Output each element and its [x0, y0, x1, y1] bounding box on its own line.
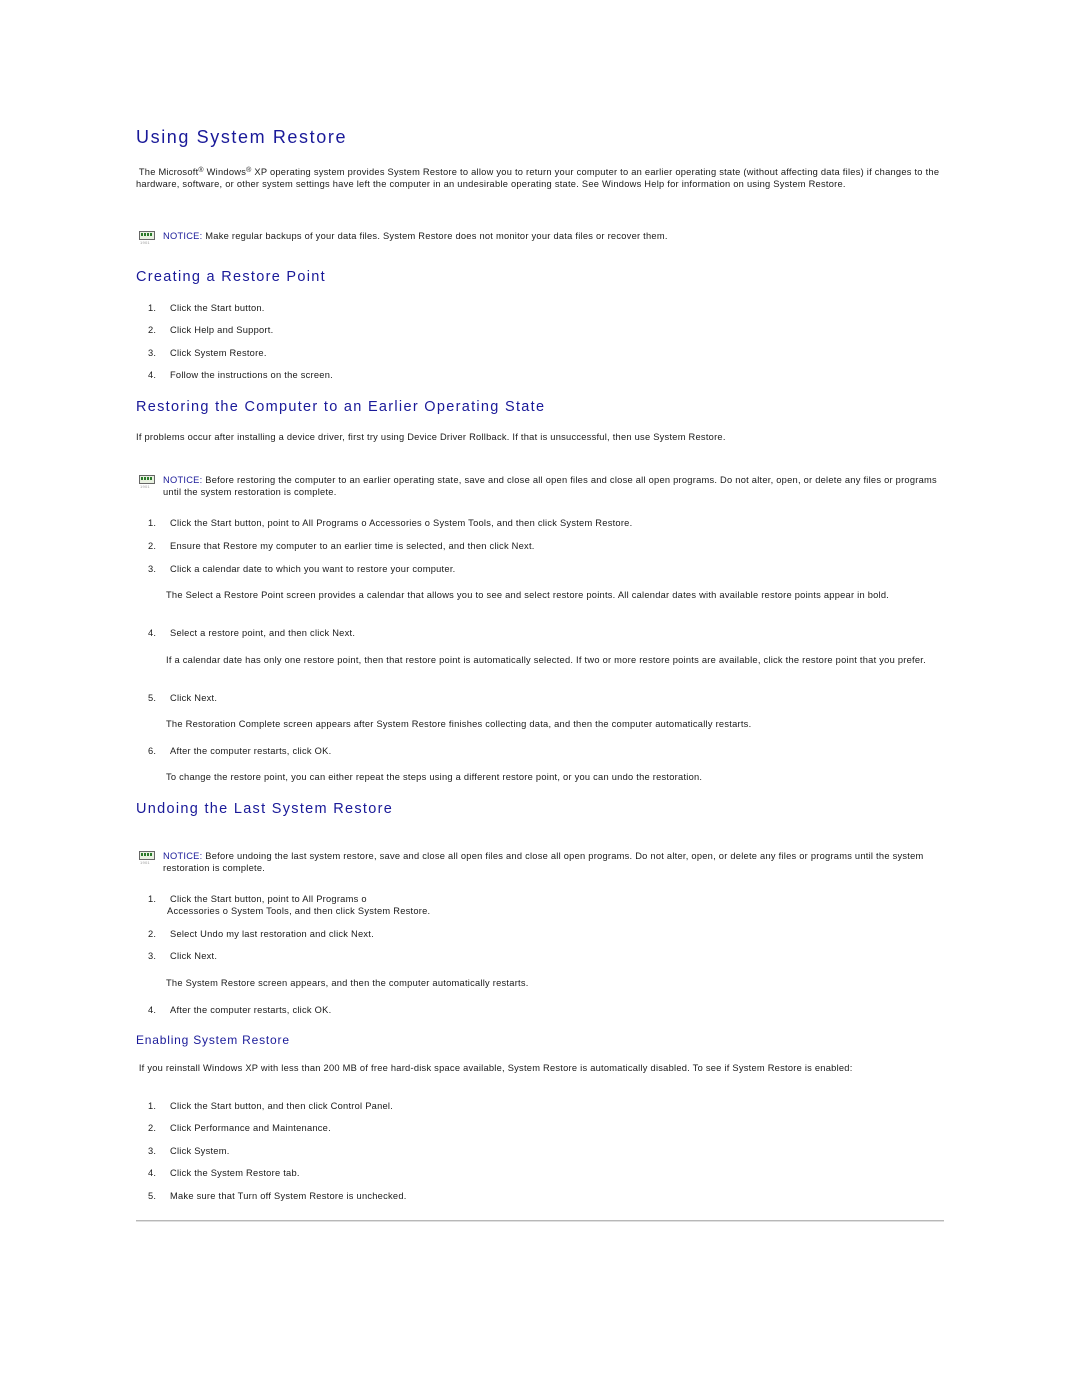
step-number: 5.	[148, 1191, 157, 1201]
step-number: 3.	[148, 1146, 157, 1156]
step-text: Click the Start button, point to All Pro…	[170, 894, 367, 904]
step-number: 3.	[148, 348, 157, 358]
step-number: 4.	[148, 1005, 157, 1015]
step-text: Click the Start button.	[170, 303, 265, 313]
step-number: 4.	[148, 370, 157, 380]
step-number: 4.	[148, 628, 157, 638]
step-text-continued: Accessories o System Tools, and then cli…	[167, 906, 431, 916]
step-number: 2.	[148, 541, 157, 551]
notice-icon: 1901	[139, 851, 155, 867]
section-heading-undoing: Undoing the Last System Restore	[136, 801, 394, 817]
step-note: The System Restore screen appears, and t…	[166, 978, 529, 988]
step-text: Make sure that Turn off System Restore i…	[170, 1191, 407, 1201]
bottom-divider	[136, 1220, 944, 1222]
intro-text-2: Windows	[203, 167, 247, 177]
step-number: 4.	[148, 1168, 157, 1178]
notice-icon: 1901	[139, 475, 155, 491]
notice-text: Before undoing the last system restore, …	[163, 851, 924, 873]
step-text: Click Next.	[170, 693, 218, 703]
step-number: 3.	[148, 951, 157, 961]
step-text: Click System Restore.	[170, 348, 267, 358]
enabling-intro: If you reinstall Windows XP with less th…	[136, 1063, 944, 1075]
step-text: Click the System Restore tab.	[170, 1168, 300, 1178]
section-heading-restoring: Restoring the Computer to an Earlier Ope…	[136, 399, 546, 415]
step-number: 1.	[148, 518, 157, 528]
step-text: After the computer restarts, click OK.	[170, 746, 332, 756]
step-note: The Restoration Complete screen appears …	[166, 719, 752, 729]
step-note: To change the restore point, you can eit…	[166, 772, 703, 782]
step-text: Click Next.	[170, 951, 218, 961]
intro-text-3: XP operating system provides System Rest…	[136, 167, 940, 189]
section-heading-enabling: Enabling System Restore	[136, 1033, 290, 1047]
step-number: 5.	[148, 693, 157, 703]
step-note: If a calendar date has only one restore …	[166, 655, 926, 665]
page-title: Using System Restore	[136, 127, 348, 147]
intro-text-1: The Microsoft	[138, 167, 199, 177]
notice-label: NOTICE:	[163, 475, 203, 485]
step-text: Ensure that Restore my computer to an ea…	[170, 541, 535, 551]
step-note: The Select a Restore Point screen provid…	[166, 590, 890, 600]
notice-label: NOTICE:	[163, 851, 203, 861]
notice-label: NOTICE:	[163, 231, 203, 241]
notice-icon: 1901	[139, 231, 155, 247]
step-text: Click Performance and Maintenance.	[170, 1123, 331, 1133]
step-text: Select Undo my last restoration and clic…	[170, 929, 374, 939]
step-text: Click the Start button, point to All Pro…	[170, 518, 633, 528]
intro-paragraph: The Microsoft® Windows® XP operating sys…	[136, 165, 944, 190]
step-text: Follow the instructions on the screen.	[170, 370, 333, 380]
step-number: 2.	[148, 1123, 157, 1133]
step-text: Click Help and Support.	[170, 325, 274, 335]
step-number: 2.	[148, 325, 157, 335]
step-text: After the computer restarts, click OK.	[170, 1005, 332, 1015]
step-text: Click the Start button, and then click C…	[170, 1101, 394, 1111]
step-number: 1.	[148, 894, 157, 904]
step-text: Select a restore point, and then click N…	[170, 628, 356, 638]
notice-text: Before restoring the computer to an earl…	[163, 475, 937, 497]
enabling-intro-text: If you reinstall Windows XP with less th…	[138, 1063, 853, 1073]
step-number: 1.	[148, 303, 157, 313]
step-number: 1.	[148, 1101, 157, 1111]
step-text: Click a calendar date to which you want …	[170, 564, 456, 574]
step-number: 6.	[148, 746, 157, 756]
notice-text: Make regular backups of your data files.…	[202, 231, 668, 241]
step-number: 2.	[148, 929, 157, 939]
step-number: 3.	[148, 564, 157, 574]
step-text: Click System.	[170, 1146, 230, 1156]
section-heading-creating: Creating a Restore Point	[136, 269, 326, 285]
restoring-intro: If problems occur after installing a dev…	[136, 432, 726, 442]
